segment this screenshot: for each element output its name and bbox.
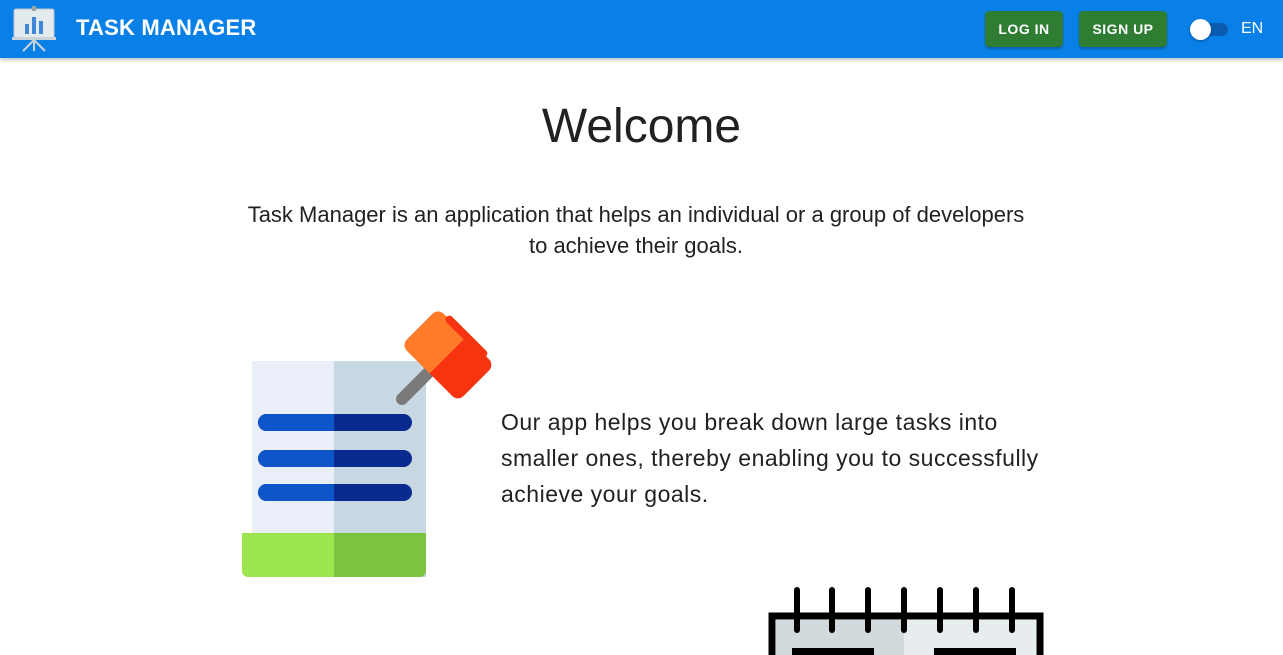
signup-button[interactable]: SIGN UP	[1079, 11, 1167, 47]
toggle-thumb	[1190, 19, 1211, 40]
feature-description: Our app helps you break down large tasks…	[501, 409, 1039, 507]
page-title: Welcome	[541, 100, 742, 153]
language-toggle[interactable]	[1190, 19, 1230, 40]
presentation-board-chart-icon	[12, 6, 56, 52]
pinned-task-list-icon	[242, 311, 492, 577]
calendar-icon	[768, 587, 1044, 655]
language-label: EN	[1241, 20, 1264, 37]
intro-text: Task Manager is an application that help…	[247, 202, 1025, 258]
app-bar: TASK MANAGER LOG IN SIGN UP EN	[0, 0, 1283, 58]
app-title: TASK MANAGER	[76, 15, 257, 40]
login-button[interactable]: LOG IN	[985, 11, 1063, 47]
